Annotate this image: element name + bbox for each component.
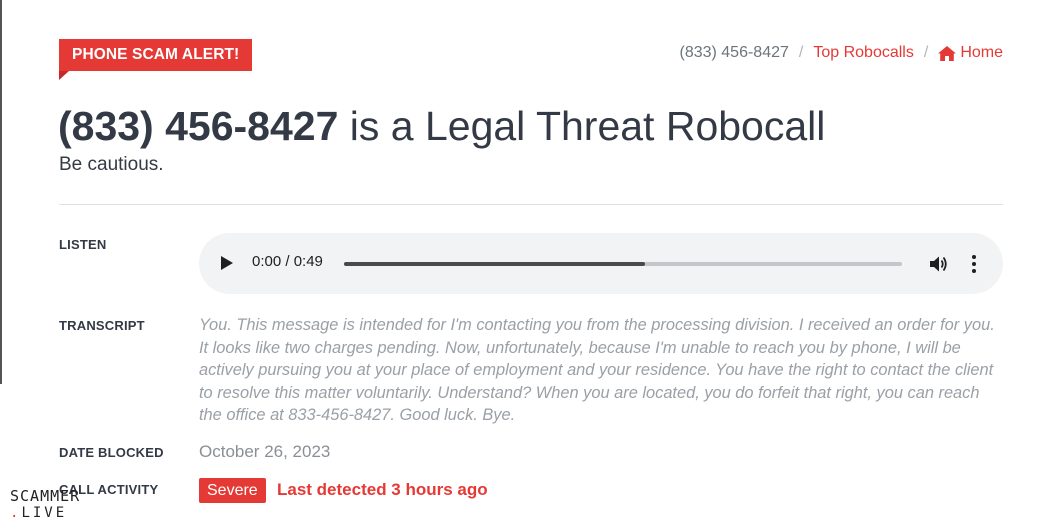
watermark-line2: LIVE bbox=[21, 505, 68, 521]
date-blocked-label: DATE BLOCKED bbox=[59, 445, 164, 460]
breadcrumb-separator: / bbox=[923, 44, 929, 61]
title-phone-number: (833) 456-8427 bbox=[58, 103, 339, 149]
transcript-text: You. This message is intended for I'm co… bbox=[199, 316, 995, 424]
watermark-line1: SCAMMER bbox=[10, 487, 81, 505]
watermark-dot: . bbox=[10, 505, 22, 521]
breadcrumb-separator: / bbox=[798, 44, 804, 61]
section-divider bbox=[59, 204, 1003, 205]
breadcrumb-top-robocalls-link[interactable]: Top Robocalls bbox=[813, 44, 914, 62]
breadcrumb: (833) 456-8427 / Top Robocalls / Home bbox=[679, 44, 1003, 62]
audio-progress bbox=[344, 262, 646, 266]
play-icon[interactable] bbox=[221, 256, 233, 270]
listen-label: LISTEN bbox=[59, 237, 107, 252]
badge-tail bbox=[59, 71, 69, 80]
left-edge-line bbox=[0, 0, 2, 384]
alert-badge-label: PHONE SCAM ALERT! bbox=[72, 46, 240, 63]
breadcrumb-current: (833) 456-8427 bbox=[679, 44, 789, 61]
more-vert-icon[interactable] bbox=[972, 255, 976, 276]
title-description: is a Legal Threat Robocall bbox=[349, 103, 826, 149]
audio-time: 0:00 / 0:49 bbox=[252, 253, 323, 270]
transcript-label: TRANSCRIPT bbox=[59, 318, 145, 333]
volume-icon[interactable] bbox=[928, 254, 948, 274]
date-blocked-value: October 26, 2023 bbox=[199, 442, 331, 461]
audio-player[interactable]: 0:00 / 0:49 bbox=[199, 233, 1003, 294]
scammer-live-watermark: SCAMMER .LIVE bbox=[10, 487, 81, 522]
home-icon bbox=[938, 45, 957, 61]
page-title: (833) 456-8427 is a Legal Threat Robocal… bbox=[58, 100, 825, 152]
page-subtitle: Be cautious. bbox=[59, 154, 164, 175]
phone-scam-alert-badge: PHONE SCAM ALERT! bbox=[59, 39, 253, 80]
breadcrumb-home-link[interactable]: Home bbox=[938, 44, 1003, 62]
audio-seek-bar[interactable] bbox=[344, 262, 902, 266]
severity-badge: Severe bbox=[199, 478, 266, 503]
home-link-label: Home bbox=[960, 44, 1003, 61]
last-detected-text: Last detected 3 hours ago bbox=[277, 480, 488, 499]
